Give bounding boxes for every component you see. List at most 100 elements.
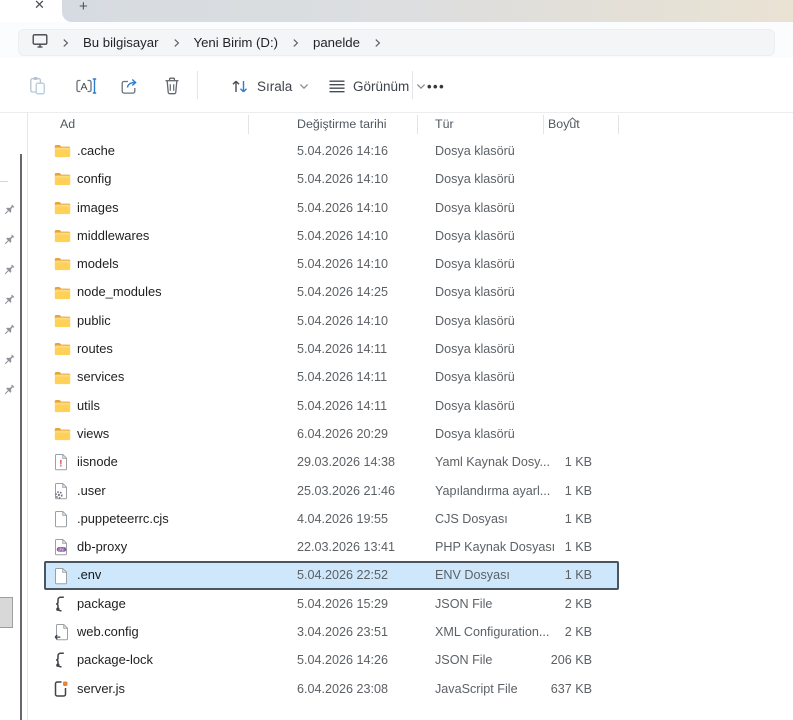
file-date-modified: 5.04.2026 14:26 (297, 646, 388, 674)
table-row[interactable]: config 5.04.2026 14:10 Dosya klasörü (44, 165, 619, 193)
file-name: iisnode (77, 448, 118, 476)
doc-icon (54, 567, 68, 584)
toolbar-separator (412, 71, 413, 99)
table-row[interactable]: views 6.04.2026 20:29 Dosya klasörü (44, 420, 619, 448)
table-row[interactable]: ! iisnode 29.03.2026 14:38 Yaml Kaynak D… (44, 448, 619, 476)
table-row[interactable]: node_modules 5.04.2026 14:25 Dosya klasö… (44, 278, 619, 306)
share-button[interactable] (120, 72, 140, 100)
pin-icon (2, 263, 16, 277)
file-name: public (77, 307, 111, 335)
file-date-modified: 22.03.2026 13:41 (297, 533, 395, 561)
chevron-down-icon (416, 83, 426, 90)
breadcrumb-this-pc[interactable]: Bu bilgisayar (83, 35, 159, 50)
file-type: Dosya klasörü (435, 363, 515, 391)
chevron-right-icon (61, 38, 70, 48)
more-options-button[interactable]: ••• (427, 72, 445, 100)
close-tab-icon[interactable]: ✕ (34, 0, 45, 13)
table-row[interactable]: php db-proxy 22.03.2026 13:41 PHP Kaynak… (44, 533, 619, 561)
table-row-selected[interactable]: .env 5.04.2026 22:52 ENV Dosyası 1 KB (44, 561, 619, 589)
file-name: .puppeteerrc.cjs (77, 505, 169, 533)
file-type: JSON File (435, 646, 492, 674)
table-row[interactable]: web.config 3.04.2026 23:51 XML Configura… (44, 618, 619, 646)
column-header-date[interactable]: Değiştirme tarihi (297, 112, 387, 137)
file-size: 2 KB (492, 590, 592, 618)
file-explorer-window: ✕ + Bu bilgisayar Yeni Birim (D:) paneld… (0, 0, 793, 720)
view-label: Görünüm (353, 79, 409, 94)
file-type: Dosya klasörü (435, 307, 515, 335)
paste-icon (28, 76, 47, 96)
file-name: middlewares (77, 222, 149, 250)
column-separator[interactable] (248, 115, 249, 134)
table-row[interactable]: utils 5.04.2026 14:11 Dosya klasörü (44, 392, 619, 420)
table-row[interactable]: .cache 5.04.2026 14:16 Dosya klasörü (44, 137, 619, 165)
column-separator[interactable] (417, 115, 418, 134)
folder-icon (54, 172, 71, 186)
file-type: Dosya klasörü (435, 250, 515, 278)
table-row[interactable]: .user 25.03.2026 21:46 Yapılandırma ayar… (44, 477, 619, 505)
svg-text:A: A (80, 81, 87, 93)
trash-icon (163, 76, 181, 96)
table-row[interactable]: services 5.04.2026 14:11 Dosya klasörü (44, 363, 619, 391)
address-bar[interactable]: Bu bilgisayar Yeni Birim (D:) panelde (18, 29, 775, 56)
pin-icon (2, 233, 16, 247)
breadcrumb-drive-d[interactable]: Yeni Birim (D:) (194, 35, 279, 50)
file-size: 1 KB (492, 477, 592, 505)
table-row[interactable]: routes 5.04.2026 14:11 Dosya klasörü (44, 335, 619, 363)
file-size: 2 KB (492, 618, 592, 646)
file-date-modified: 5.04.2026 22:52 (297, 561, 388, 589)
breadcrumb-panelde[interactable]: panelde (313, 35, 360, 50)
table-row[interactable]: .puppeteerrc.cjs 4.04.2026 19:55 CJS Dos… (44, 505, 619, 533)
folder-icon (54, 257, 71, 271)
nav-pane-scrollbar[interactable] (20, 154, 22, 720)
folder-icon (54, 201, 71, 215)
rename-button[interactable]: A (76, 72, 97, 100)
file-name: package (77, 590, 126, 618)
file-date-modified: 5.04.2026 14:10 (297, 194, 388, 222)
file-date-modified: 6.04.2026 23:08 (297, 675, 388, 703)
column-separator[interactable] (618, 115, 619, 134)
file-date-modified: 5.04.2026 14:10 (297, 165, 388, 193)
column-header-type[interactable]: Tür (435, 112, 454, 137)
active-tab[interactable]: ✕ (0, 0, 62, 22)
command-toolbar: A Sırala Görünüm ••• (0, 58, 793, 113)
file-name: .cache (77, 137, 115, 165)
file-date-modified: 25.03.2026 21:46 (297, 477, 395, 505)
table-row[interactable]: public 5.04.2026 14:10 Dosya klasörü (44, 307, 619, 335)
file-size: 1 KB (492, 505, 592, 533)
table-row[interactable]: package 5.04.2026 15:29 JSON File 2 KB (44, 590, 619, 618)
share-icon (120, 77, 140, 96)
file-date-modified: 5.04.2026 14:11 (297, 392, 387, 420)
paste-button[interactable] (28, 72, 47, 100)
folder-icon (54, 314, 71, 328)
file-name: package-lock (77, 646, 153, 674)
chevron-right-icon[interactable] (172, 38, 181, 48)
delete-button[interactable] (163, 72, 181, 100)
folder-icon (54, 427, 71, 441)
new-tab-icon[interactable]: + (79, 0, 88, 15)
folder-icon (54, 342, 71, 356)
table-row[interactable]: models 5.04.2026 14:10 Dosya klasörü (44, 250, 619, 278)
table-row[interactable]: package-lock 5.04.2026 14:26 JSON File 2… (44, 646, 619, 674)
chevron-right-icon[interactable] (373, 38, 382, 48)
file-size: 637 KB (492, 675, 592, 703)
column-separator[interactable] (543, 115, 544, 134)
sort-arrows-icon (230, 78, 250, 95)
sort-button[interactable]: Sırala (230, 72, 309, 100)
column-header-name[interactable]: Ad (60, 112, 75, 137)
chevron-right-icon[interactable] (291, 38, 300, 48)
file-name: .env (77, 561, 101, 589)
table-row[interactable]: images 5.04.2026 14:10 Dosya klasörü (44, 194, 619, 222)
file-name: utils (77, 392, 100, 420)
file-size: 1 KB (492, 448, 592, 476)
svg-text:!: ! (59, 459, 62, 469)
file-name: views (77, 420, 109, 448)
pin-icon (2, 383, 16, 397)
rename-icon: A (76, 77, 97, 95)
more-options-icon: ••• (427, 79, 445, 94)
table-row[interactable]: middlewares 5.04.2026 14:10 Dosya klasör… (44, 222, 619, 250)
nav-pane-scrollbar-thumb[interactable] (0, 597, 13, 628)
table-row[interactable]: server.js 6.04.2026 23:08 JavaScript Fil… (44, 675, 619, 703)
js-icon (54, 680, 68, 697)
file-size: 1 KB (492, 561, 592, 589)
php-doc-icon: php (54, 539, 68, 556)
